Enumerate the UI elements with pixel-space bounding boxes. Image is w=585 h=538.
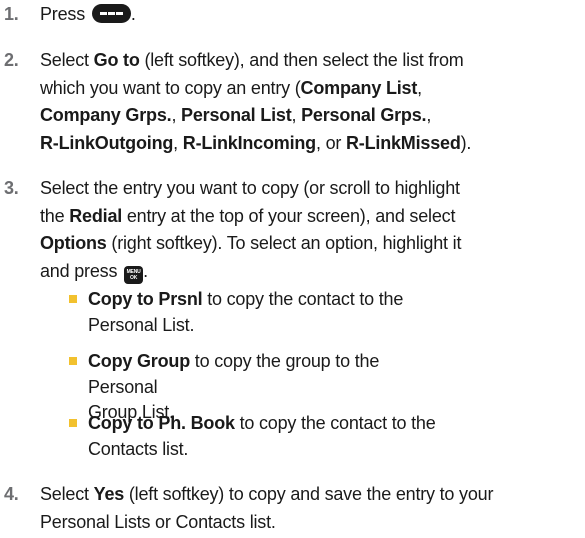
step-text-end: . bbox=[130, 4, 136, 24]
step-number: 4. bbox=[4, 484, 19, 504]
instruction-page: 1. Press . 2. Select Go to (left softkey… bbox=[0, 0, 585, 538]
step-body: Select the entry you want to copy (or sc… bbox=[40, 175, 580, 285]
text-line: and press MENU OK. bbox=[40, 258, 580, 286]
step-body: Press . bbox=[40, 1, 580, 29]
ui-term: Copy Group bbox=[88, 351, 190, 371]
bullet-icon bbox=[69, 419, 77, 427]
ui-term: Company List bbox=[300, 77, 418, 98]
ui-term: Personal Grps. bbox=[301, 105, 427, 125]
step-number: 3. bbox=[4, 178, 19, 198]
ui-term: Copy to Prsnl bbox=[88, 289, 203, 309]
text-line: Select Yes (left softkey) to copy and sa… bbox=[40, 484, 494, 504]
text-line: Select the entry you want to copy (or sc… bbox=[40, 178, 460, 198]
ui-term: Go to bbox=[93, 50, 140, 70]
ui-term: Company Grps. bbox=[40, 105, 172, 125]
text-line: which you want to copy an entry (Company… bbox=[40, 77, 422, 98]
step-body: Select Yes (left softkey) to copy and sa… bbox=[40, 481, 580, 536]
text-line: the Redial entry at the top of your scre… bbox=[40, 205, 456, 226]
text-line: Select Go to (left softkey), and then se… bbox=[40, 50, 464, 70]
menu-ok-key-icon: MENU OK bbox=[124, 265, 144, 284]
text-line: R-LinkOutgoing, R-LinkIncoming, or R-Lin… bbox=[40, 132, 472, 153]
talk-key-icon bbox=[91, 4, 131, 23]
ui-term: Options bbox=[40, 233, 107, 253]
bullet-icon bbox=[69, 357, 77, 365]
ui-term: Personal List bbox=[181, 105, 292, 125]
ui-term: Yes bbox=[93, 484, 125, 504]
ui-term: Copy to Ph. Book bbox=[88, 413, 235, 433]
step-number: 1. bbox=[4, 4, 19, 24]
bullet-icon bbox=[69, 295, 77, 303]
step-text: Press bbox=[40, 4, 90, 24]
text-line: Personal Lists or Contacts list. bbox=[40, 511, 276, 532]
ui-term: Redial bbox=[69, 205, 123, 226]
text-line: Company Grps., Personal List, Personal G… bbox=[40, 105, 432, 125]
text-line: Options (right softkey). To select an op… bbox=[40, 233, 462, 253]
ui-term: R-LinkMissed bbox=[346, 132, 461, 153]
step-body: Select Go to (left softkey), and then se… bbox=[40, 47, 580, 157]
ui-term: R-LinkOutgoing bbox=[40, 132, 174, 153]
step-number: 2. bbox=[4, 50, 19, 70]
ui-term: R-LinkIncoming bbox=[182, 132, 316, 153]
